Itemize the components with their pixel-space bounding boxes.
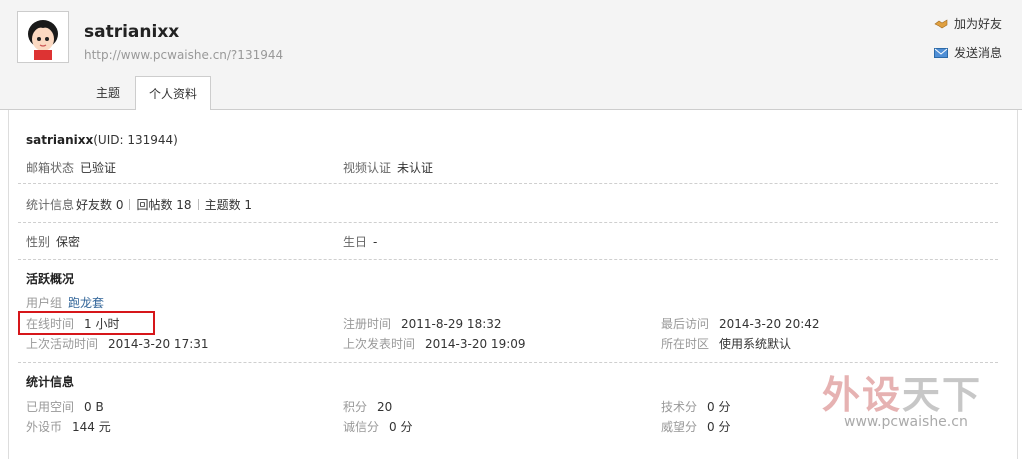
- integrity-value: 0 分: [389, 420, 413, 434]
- space-used-row: 已用空间 0 B: [26, 398, 104, 415]
- profile-uid: (UID: 131944): [93, 133, 178, 147]
- tab-topics[interactable]: 主题: [86, 76, 130, 110]
- email-status-value: 已验证: [80, 161, 117, 175]
- integrity-row: 诚信分 0 分: [343, 418, 412, 435]
- separator: [197, 199, 199, 210]
- last-visit-label: 最后访问: [661, 317, 710, 331]
- last-post-label: 上次发表时间: [343, 337, 416, 351]
- coins-value: 144 元: [72, 420, 111, 434]
- points-row: 积分 20: [343, 398, 392, 415]
- user-group-link[interactable]: 跑龙套: [68, 296, 104, 310]
- points-label: 积分: [343, 400, 368, 414]
- friends-count-link[interactable]: 好友数 0: [76, 198, 123, 212]
- last-activity-value: 2014-3-20 17:31: [108, 337, 209, 351]
- coins-label: 外设币: [26, 420, 63, 434]
- send-message-label: 发送消息: [953, 46, 1002, 60]
- email-status-label: 邮箱状态: [26, 161, 75, 175]
- site-watermark: 外设天下 www.pcwaishe.cn: [822, 364, 1012, 444]
- email-status-row: 邮箱状态 已验证: [26, 159, 116, 176]
- last-visit-value: 2014-3-20 20:42: [719, 317, 820, 331]
- last-activity-label: 上次活动时间: [26, 337, 99, 351]
- gender-row: 性别 保密: [26, 233, 80, 250]
- gender-value: 保密: [56, 235, 81, 249]
- separator: [129, 199, 131, 210]
- envelope-icon: [933, 47, 948, 59]
- timezone-label: 所在时区: [661, 337, 710, 351]
- avatar-image: [20, 14, 66, 60]
- watermark-url: www.pcwaishe.cn: [844, 414, 968, 430]
- register-time-value: 2011-8-29 18:32: [401, 317, 502, 331]
- divider: [18, 183, 998, 184]
- space-used-label: 已用空间: [26, 400, 75, 414]
- add-friend-label: 加为好友: [953, 17, 1002, 31]
- integrity-label: 诚信分: [343, 420, 380, 434]
- last-visit-row: 最后访问 2014-3-20 20:42: [661, 315, 820, 332]
- stats-label: 统计信息: [26, 198, 75, 212]
- video-auth-label: 视频认证: [343, 161, 392, 175]
- stats-row: 统计信息 好友数 0 回帖数 18 主题数 1: [26, 196, 252, 213]
- register-time-row: 注册时间 2011-8-29 18:32: [343, 315, 502, 332]
- tech-points-label: 技术分: [661, 400, 698, 414]
- send-message-button[interactable]: 发送消息: [933, 44, 1002, 61]
- username: satrianixx: [84, 22, 180, 42]
- divider: [18, 222, 998, 223]
- prestige-label: 威望分: [661, 420, 698, 434]
- user-url[interactable]: http://www.pcwaishe.cn/?131944: [84, 48, 283, 62]
- topics-count-link[interactable]: 主题数 1: [205, 198, 252, 212]
- statistics-title: 统计信息: [26, 375, 75, 389]
- timezone-value: 使用系统默认: [719, 337, 792, 351]
- timezone-row: 所在时区 使用系统默认: [661, 335, 791, 352]
- avatar[interactable]: [17, 11, 69, 63]
- replies-count-link[interactable]: 回帖数 18: [136, 198, 191, 212]
- tech-points-row: 技术分 0 分: [661, 398, 730, 415]
- user-group-label: 用户组: [26, 296, 63, 310]
- coins-row: 外设币 144 元: [26, 418, 111, 435]
- profile-header: satrianixx http://www.pcwaishe.cn/?13194…: [0, 0, 1022, 111]
- online-time-highlight: [18, 311, 155, 335]
- tab-profile[interactable]: 个人资料: [135, 76, 211, 111]
- video-auth-value: 未认证: [397, 161, 434, 175]
- watermark-title-b: 天下: [902, 373, 983, 417]
- divider: [18, 259, 998, 260]
- last-post-value: 2014-3-20 19:09: [425, 337, 526, 351]
- birthday-row: 生日 -: [343, 233, 377, 250]
- divider: [18, 362, 998, 363]
- user-group-row: 用户组 跑龙套: [26, 294, 104, 311]
- profile-name: satrianixx: [26, 133, 94, 147]
- space-used-value: 0 B: [84, 400, 104, 414]
- activity-title: 活跃概况: [26, 272, 75, 286]
- profile-name-row: satrianixx(UID: 131944): [26, 133, 178, 147]
- register-time-label: 注册时间: [343, 317, 392, 331]
- gender-label: 性别: [26, 235, 51, 249]
- birthday-value: -: [373, 235, 378, 249]
- last-activity-row: 上次活动时间 2014-3-20 17:31: [26, 335, 209, 352]
- prestige-value: 0 分: [707, 420, 731, 434]
- handshake-icon: [934, 18, 948, 30]
- prestige-row: 威望分 0 分: [661, 418, 730, 435]
- video-auth-row: 视频认证 未认证: [343, 159, 433, 176]
- last-post-row: 上次发表时间 2014-3-20 19:09: [343, 335, 526, 352]
- tech-points-value: 0 分: [707, 400, 731, 414]
- add-friend-button[interactable]: 加为好友: [934, 15, 1002, 32]
- watermark-title-a: 外设: [822, 373, 903, 417]
- birthday-label: 生日: [343, 235, 368, 249]
- points-value: 20: [377, 400, 393, 414]
- watermark-title: 外设天下: [822, 364, 982, 419]
